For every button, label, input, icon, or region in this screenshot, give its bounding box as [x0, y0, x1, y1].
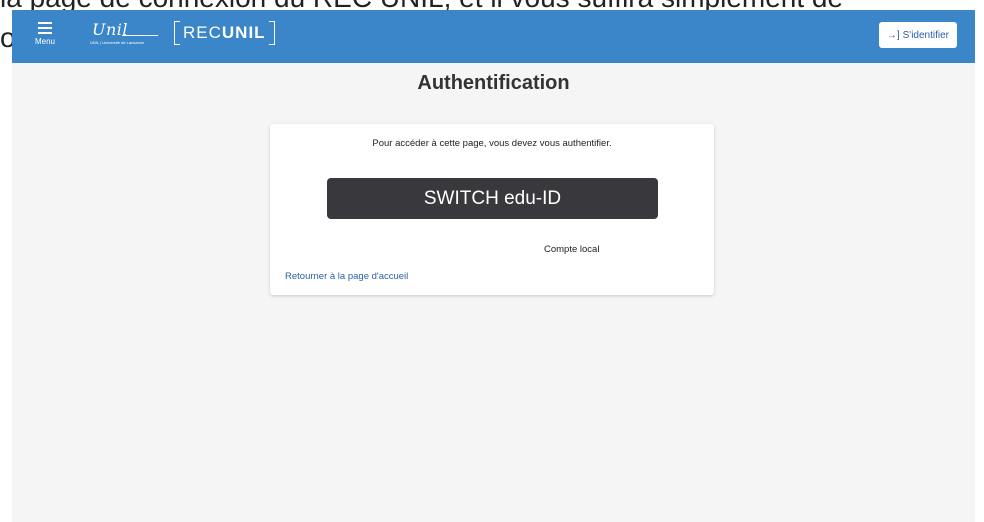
switch-edu-id-button[interactable]: SWITCH edu-ID	[327, 178, 658, 219]
menu-label: Menu	[34, 37, 55, 46]
unil-logo-underline	[122, 35, 158, 36]
menu-button[interactable]: Menu	[30, 20, 60, 52]
login-button[interactable]: →] S'identifier	[878, 22, 957, 48]
recunil-logo-thin: REC	[183, 23, 222, 42]
page-title: Authentification	[417, 72, 570, 94]
top-navigation-bar: Menu Unil UNIL | Université de Lausanne …	[12, 10, 975, 63]
back-to-home-link[interactable]: Retourner à la page d'accueil	[285, 271, 408, 282]
recunil-logo[interactable]: RECUNIL	[174, 19, 275, 47]
logo-bracket-right-icon	[268, 21, 275, 45]
unil-logo-subtitle: UNIL | Université de Lausanne	[90, 40, 145, 45]
local-account-link[interactable]: Compte local	[544, 244, 599, 255]
unil-logo-script: Unil	[92, 20, 129, 39]
recunil-logo-text: RECUNIL	[180, 23, 269, 43]
authentication-card: Pour accéder à cette page, vous devez vo…	[270, 124, 714, 295]
browser-page: Menu Unil UNIL | Université de Lausanne …	[12, 10, 975, 522]
authentication-message: Pour accéder à cette page, vous devez vo…	[372, 138, 612, 149]
unil-logo[interactable]: Unil UNIL | Université de Lausanne	[90, 18, 162, 52]
hamburger-icon	[38, 22, 52, 34]
recunil-logo-bold: UNIL	[221, 23, 266, 42]
login-button-label: S'identifier	[902, 29, 949, 41]
sign-in-icon: →]	[886, 29, 900, 41]
